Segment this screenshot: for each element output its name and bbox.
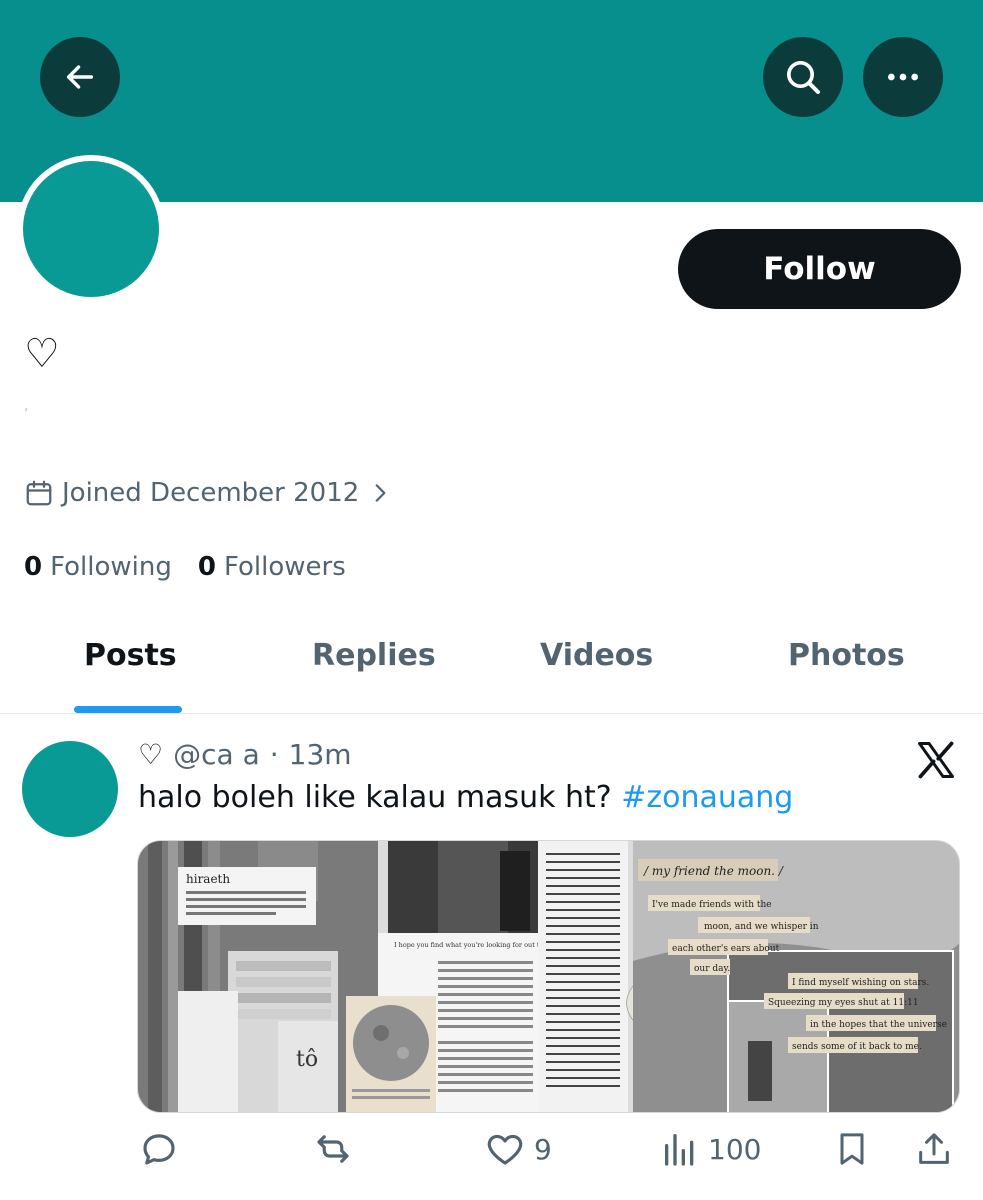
follow-stats: 0 Following 0 Followers [24, 552, 372, 582]
x-logo-icon [918, 741, 954, 779]
svg-text:tô: tô [296, 1047, 318, 1072]
profile-tabs: Posts Replies Videos Photos [0, 620, 983, 714]
follow-button[interactable]: Follow [678, 229, 961, 309]
moon-title: / my friend the moon. / [643, 864, 785, 878]
following-link[interactable]: 0 Following [24, 552, 172, 582]
bookmark-icon [840, 1133, 864, 1165]
collage-image: tô hiraeth I hope you find what you're l… [138, 841, 959, 1112]
tab-posts[interactable]: Posts [84, 638, 177, 673]
tab-photos[interactable]: Photos [788, 638, 905, 673]
moon-line-5: I find myself wishing on stars. [792, 978, 929, 988]
like-button[interactable]: 9 [484, 1128, 552, 1170]
moon-line-2: moon, and we whisper in [704, 922, 819, 932]
search-button[interactable] [763, 37, 843, 117]
moon-line-1: I've made friends with the [652, 900, 772, 910]
post-actions: 9 100 [0, 1128, 983, 1184]
more-horizontal-icon [888, 73, 918, 81]
views-count: 100 [708, 1132, 762, 1166]
views-icon [665, 1134, 694, 1166]
like-count: 9 [534, 1132, 552, 1166]
search-icon [787, 61, 820, 94]
repost-icon [317, 1135, 349, 1163]
moon-line-4: our day. [694, 964, 730, 974]
username-redacted: , [24, 398, 29, 414]
post-time[interactable]: 13m [289, 738, 352, 771]
more-options-button[interactable] [863, 37, 943, 117]
post-body: halo boleh like kalau masuk ht? [138, 780, 612, 815]
active-tab-indicator [74, 706, 182, 713]
moon-line-7: in the hopes that the universe [810, 1020, 947, 1030]
post-handle[interactable]: @ca a [173, 738, 260, 771]
tab-replies[interactable]: Replies [312, 638, 436, 673]
followers-link[interactable]: 0 Followers [198, 552, 346, 582]
joined-date[interactable]: Joined December 2012 [24, 478, 393, 508]
followers-count: 0 [197, 552, 216, 582]
post-separator: · [269, 738, 279, 771]
post-text: halo boleh like kalau masuk ht? #zonauan… [138, 780, 793, 815]
following-count: 0 [24, 552, 43, 582]
moon-line-6: Squeezing my eyes shut at 11:11 [768, 998, 919, 1008]
reply-button[interactable] [138, 1128, 180, 1170]
post-media[interactable]: tô hiraeth I hope you find what you're l… [137, 840, 960, 1113]
views-button[interactable]: 100 [660, 1128, 761, 1170]
share-button[interactable] [914, 1128, 954, 1170]
hiraeth-title: hiraeth [186, 872, 230, 886]
moon-line-3: each other's ears about [672, 944, 780, 954]
profile-banner [0, 0, 983, 202]
hashtag-link[interactable]: #zonauang [621, 780, 793, 815]
repost-button[interactable] [310, 1128, 356, 1170]
bookmark-button[interactable] [832, 1128, 872, 1170]
tab-videos[interactable]: Videos [540, 638, 653, 673]
letter-line: I hope you find what you're looking for … [394, 941, 557, 949]
arrow-left-icon [66, 65, 94, 89]
post-author-name[interactable]: ♡ [138, 738, 163, 771]
heart-icon [487, 1134, 523, 1165]
following-label: Following [50, 552, 172, 582]
post-header: ♡ @ca a · 13m [138, 738, 352, 771]
moon-line-8: sends some of it back to me. [792, 1042, 922, 1052]
back-button[interactable] [40, 37, 120, 117]
display-name: ♡ [24, 331, 60, 377]
joined-text: Joined December 2012 [62, 478, 360, 508]
profile-avatar[interactable] [17, 155, 165, 303]
post-avatar[interactable] [22, 741, 118, 837]
followers-label: Followers [223, 552, 346, 582]
reply-icon [143, 1134, 175, 1165]
share-icon [919, 1133, 949, 1164]
calendar-icon [26, 480, 52, 506]
chevron-right-icon [375, 484, 386, 502]
